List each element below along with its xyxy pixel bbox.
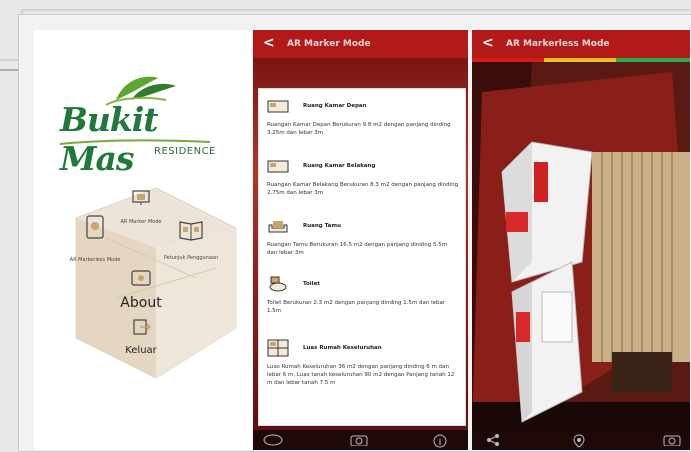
petunjuk-penggunaan-button[interactable]: Petunjuk Penggunaan — [154, 218, 228, 263]
room-title: Ruang Kamar Belakang — [303, 163, 376, 169]
ar-markerless-label: AR Markerless Mode — [69, 257, 121, 263]
ar-markerless-screen: < AR Markerless Mode — [472, 30, 690, 450]
room-item: Ruang Kamar Depan Ruangan Kamar Depan Be… — [267, 97, 462, 153]
ar-markerless-mode-button[interactable]: AR Markerless Mode — [62, 214, 128, 265]
room-item: Toilet Toilet Berukuran 2.3 m2 dengan pa… — [267, 275, 462, 331]
top-app-bar: < AR Markerless Mode — [472, 30, 690, 58]
share-icon[interactable] — [486, 434, 500, 449]
room-description: Toilet Berukuran 2.3 m2 dengan panjang d… — [267, 300, 446, 314]
logo-sub-text: RESIDENCE — [154, 146, 216, 157]
room-description: Ruangan Kamar Belakang Berukuran 8.3 m2 … — [267, 182, 459, 196]
room-title: Ruang Kamar Depan — [303, 103, 367, 109]
auto-icon[interactable] — [263, 434, 283, 449]
bed-icon — [267, 160, 289, 173]
location-icon[interactable] — [572, 434, 586, 450]
info-icon[interactable] — [433, 434, 447, 450]
bottom-toolbar — [253, 430, 468, 450]
bukit-mas-logo: Bukit Mas RESIDENCE — [56, 70, 215, 178]
keluar-button[interactable]: Keluar — [116, 318, 166, 357]
room-title: Ruang Tamu — [303, 223, 342, 229]
ar-house-model-view — [472, 62, 690, 430]
back-button[interactable]: < — [263, 35, 275, 51]
ar-marker-icon — [132, 190, 150, 205]
room-description: Ruangan Kamar Depan Berukuran 9.8 m2 den… — [267, 122, 451, 136]
keluar-label: Keluar — [125, 345, 157, 356]
screen-title: AR Markerless Mode — [506, 39, 610, 49]
sofa-icon — [268, 221, 288, 233]
top-app-bar: < AR Marker Mode — [253, 30, 468, 58]
room-item: Luas Rumah Keseluruhan Luas Rumah Keselu… — [267, 339, 462, 419]
camera-icon[interactable] — [349, 434, 369, 449]
ar-marker-screen: < AR Marker Mode Ruang Kamar Depan Ruang… — [253, 30, 468, 450]
room-title: Toilet — [303, 281, 320, 287]
about-icon — [131, 270, 151, 286]
camera-icon[interactable] — [662, 434, 682, 449]
back-button[interactable]: < — [482, 35, 494, 51]
petunjuk-label: Petunjuk Penggunaan — [163, 255, 219, 261]
screen-title: AR Marker Mode — [287, 39, 371, 49]
room-description: Luas Rumah Keseluruhan 36 m2 dengan panj… — [267, 364, 455, 386]
floorplan-icon — [267, 339, 289, 357]
about-button[interactable]: About — [116, 268, 166, 311]
book-guide-icon — [179, 221, 203, 241]
about-label: About — [120, 295, 162, 311]
room-info-card: Ruang Kamar Depan Ruangan Kamar Depan Be… — [258, 88, 466, 426]
ar-markerless-icon — [86, 215, 104, 239]
room-item: Ruang Tamu Ruangan Tamu Berukuran 16.5 m… — [267, 217, 462, 273]
room-description: Ruangan Tamu Berukuran 16.5 m2 dengan pa… — [267, 242, 448, 256]
toilet-icon — [269, 276, 287, 292]
bed-icon — [267, 100, 289, 113]
main-menu-screen: Bukit Mas RESIDENCE AR Marker Mode AR Ma… — [34, 30, 252, 450]
exit-icon — [133, 319, 152, 335]
room-item: Ruang Kamar Belakang Ruangan Kamar Belak… — [267, 157, 462, 213]
bottom-toolbar — [472, 430, 690, 450]
room-title: Luas Rumah Keseluruhan — [303, 345, 382, 351]
